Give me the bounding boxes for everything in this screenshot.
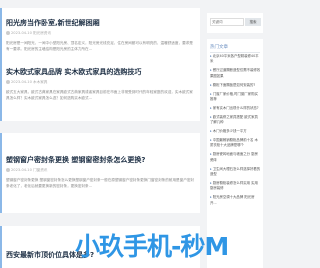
article-excerpt: 阳光房是一间阳光，一间中小型阳光房、顶名定义，阳光房光线充足，住在房间都可以有明… — [6, 41, 193, 51]
arrow-icon: ▸ — [210, 195, 212, 200]
article-meta: 2023-04-10 门窗资讯 — [6, 168, 196, 173]
arrow-icon: ▸ — [210, 114, 212, 119]
arrow-icon: ▸ — [210, 54, 212, 58]
arrow-icon: ▸ — [210, 152, 212, 157]
divider — [210, 52, 260, 53]
search-input[interactable] — [210, 18, 244, 26]
hot-item[interactable]: ▸门窗厂家价格,时门窗厂家购买推荐 — [210, 92, 261, 103]
hot-item[interactable]: ▸厨房瓷砖地面与墙面之分 厨房瓷砖 — [210, 152, 261, 163]
article-meta: 2023-04-10 阳光房资讯 — [6, 31, 196, 36]
arrow-icon: ▸ — [210, 166, 212, 171]
arrow-icon: ▸ — [210, 129, 212, 134]
clock-icon — [6, 80, 10, 84]
clock-icon — [6, 168, 10, 172]
hot-item[interactable]: ▸阳光房空调十大品牌 阳光房开... — [210, 195, 261, 206]
search-widget: 搜索 — [207, 13, 263, 33]
arrow-icon: ▸ — [210, 180, 212, 185]
article-meta: 2023-04-10 木木家具 — [6, 80, 196, 85]
article-title[interactable]: 实木欧式家具品牌 实木欧式家具的选购技巧 — [6, 67, 196, 77]
search-button[interactable]: 搜索 — [245, 18, 261, 26]
arrow-icon: ▸ — [210, 91, 212, 96]
article-card[interactable]: 实木欧式家具品牌 实木欧式家具的选购技巧 2023-04-10 木木家具 欧式五… — [0, 59, 200, 121]
arrow-icon: ▸ — [210, 105, 212, 110]
watermark-banner: 小玖手机-秒M — [75, 232, 229, 261]
hot-item[interactable]: ▸木门价格多少钱一平方 — [210, 129, 261, 134]
hot-item[interactable]: ▸卫生间大理石怎么样选择好看的造型 — [210, 167, 261, 178]
article-title[interactable]: 塑钢窗户密封条更换 塑钢窗密封条怎么更换? — [6, 155, 196, 165]
article-excerpt: 塑钢窗户密封条更换 塑钢窗密封条怎么更换塑钢窗户密封条一般在原塑钢窗户密封条更换… — [6, 178, 195, 188]
hot-item[interactable]: ▸欧式装修之家具搭配 欧式家具了解几种 — [210, 115, 261, 126]
arrow-icon: ▸ — [210, 68, 212, 73]
article-excerpt: 欧式五大家具，欧式古典家具在家具欧式古典家具或者家具目前在市面上非常受到时代的年… — [6, 90, 193, 100]
hot-item[interactable]: ▸餐厅过道隔断造型仅需不装修效果图如果 — [210, 68, 261, 79]
hot-item[interactable]: ▸厨房橱柜装修怎么样实用 实用厨房装修 — [210, 181, 261, 192]
hot-list: ▸北京40平米各户型精装修40平米 ▸餐厅过道隔断造型仅需不装修效果图如果 ▸橱… — [210, 54, 261, 210]
hot-item[interactable]: ▸北京40平米各户型精装修40平米 — [210, 54, 261, 65]
arrow-icon: ▸ — [210, 82, 212, 87]
clock-icon — [6, 31, 10, 35]
arrow-icon: ▸ — [210, 137, 212, 142]
hot-articles-title: 热门文章 — [210, 45, 228, 50]
hot-item[interactable]: ▸中国最畅销橱柜品牌前十名 木质衣柜十大品牌是哪个 — [210, 138, 261, 149]
hot-item[interactable]: ▸橱柜下面隔板是如何安装的? — [210, 83, 261, 88]
article-card[interactable]: 塑钢窗户密封条更换 塑钢窗密封条怎么更换? 2023-04-10 门窗资讯 塑钢… — [0, 133, 200, 213]
article-title[interactable]: 阳光房当作卧室,新世纪解困厢 — [6, 18, 196, 28]
hot-item[interactable]: ▸家有实木门出现什么样的状态? — [210, 106, 261, 111]
